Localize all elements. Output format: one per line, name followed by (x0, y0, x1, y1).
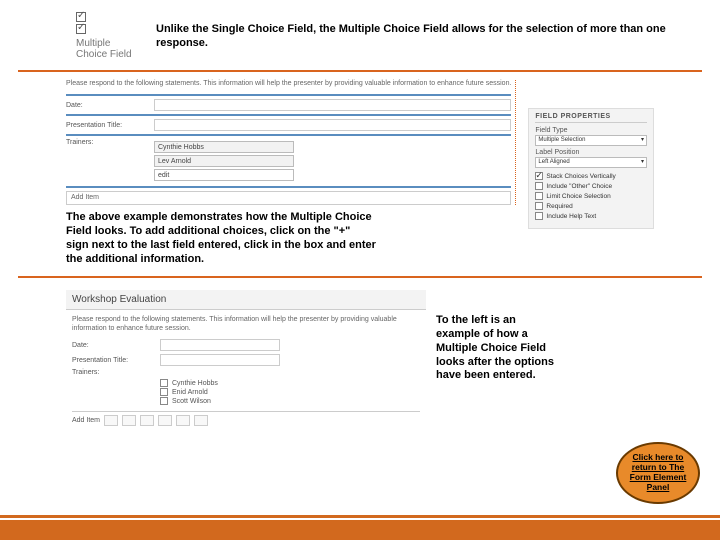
field-type-value: Multiple Selection (538, 135, 585, 146)
tool-button[interactable] (122, 415, 136, 426)
field-type-label: Field Type (535, 127, 647, 134)
tool-button[interactable] (158, 415, 172, 426)
footer-bar (0, 518, 720, 540)
form-preview-2: Workshop Evaluation Please respond to th… (66, 290, 426, 432)
tool-button[interactable] (176, 415, 190, 426)
field-type-select[interactable]: Multiple Selection ▾ (535, 135, 647, 146)
check-stack-vertically[interactable]: Stack Choices Vertically (535, 172, 647, 180)
check-limit-selection[interactable]: Limit Choice Selection (535, 192, 647, 200)
title-line2: Choice Field (76, 49, 138, 60)
add-item-label: Add Item (72, 417, 100, 424)
trainer-option[interactable]: Lev Arnold (154, 155, 294, 167)
add-item-button[interactable]: Add Item (66, 191, 511, 205)
trainer-checkbox-row[interactable]: Cynthie Hobbs (160, 379, 420, 387)
tool-button[interactable] (194, 415, 208, 426)
tool-button[interactable] (104, 415, 118, 426)
trainer-checkbox-row[interactable]: Enid Arnold (160, 388, 420, 396)
check-required[interactable]: Required (535, 202, 647, 210)
trainers-label-2: Trainers: (72, 369, 152, 376)
date-label-2: Date: (72, 342, 152, 349)
presentation-label: Presentation Title: (66, 122, 146, 129)
workshop-title: Workshop Evaluation (66, 290, 426, 310)
check-help-text[interactable]: Include Help Text (535, 212, 647, 220)
presentation-input[interactable] (154, 119, 511, 131)
multiple-choice-field-title: Multiple Choice Field (76, 12, 138, 60)
date-input[interactable] (154, 99, 511, 111)
label-position-label: Label Position (535, 149, 647, 156)
divider (18, 70, 702, 72)
date-label: Date: (66, 102, 146, 109)
label-position-select[interactable]: Left Aligned ▾ (535, 157, 647, 168)
divider (18, 276, 702, 278)
props-header: FIELD PROPERTIES (535, 113, 647, 123)
check-other-choice[interactable]: Include "Other" Choice (535, 182, 647, 190)
tool-button[interactable] (140, 415, 154, 426)
chevron-down-icon: ▾ (641, 135, 644, 146)
example1-caption: The above example demonstrates how the M… (66, 211, 376, 266)
chevron-down-icon: ▾ (641, 157, 644, 168)
title-line1: Multiple (76, 38, 138, 49)
trainer-option[interactable]: Cynthie Hobbs (154, 141, 294, 153)
multiple-choice-icon (76, 12, 100, 36)
trainer-option-edit[interactable]: edit (154, 169, 294, 181)
intro-text: Unlike the Single Choice Field, the Mult… (156, 12, 696, 51)
return-link-text: Click here to return to The Form Element… (622, 453, 694, 492)
trainer-checkbox-row[interactable]: Scott Wilson (160, 397, 420, 405)
trainers-label: Trainers: (66, 139, 146, 146)
return-to-panel-button[interactable]: Click here to return to The Form Element… (616, 442, 700, 504)
example2-caption: To the left is an example of how a Multi… (436, 290, 556, 432)
form-note-2: Please respond to the following statemen… (72, 316, 420, 333)
add-item-toolbar: Add Item (72, 411, 420, 426)
date-input-2[interactable] (160, 339, 280, 351)
form-preview-1: Please respond to the following statemen… (66, 80, 516, 205)
presentation-label-2: Presentation Title: (72, 357, 152, 364)
presentation-input-2[interactable] (160, 354, 280, 366)
label-position-value: Left Aligned (538, 157, 569, 168)
form-note: Please respond to the following statemen… (66, 80, 511, 88)
field-properties-panel: FIELD PROPERTIES Field Type Multiple Sel… (528, 108, 654, 229)
